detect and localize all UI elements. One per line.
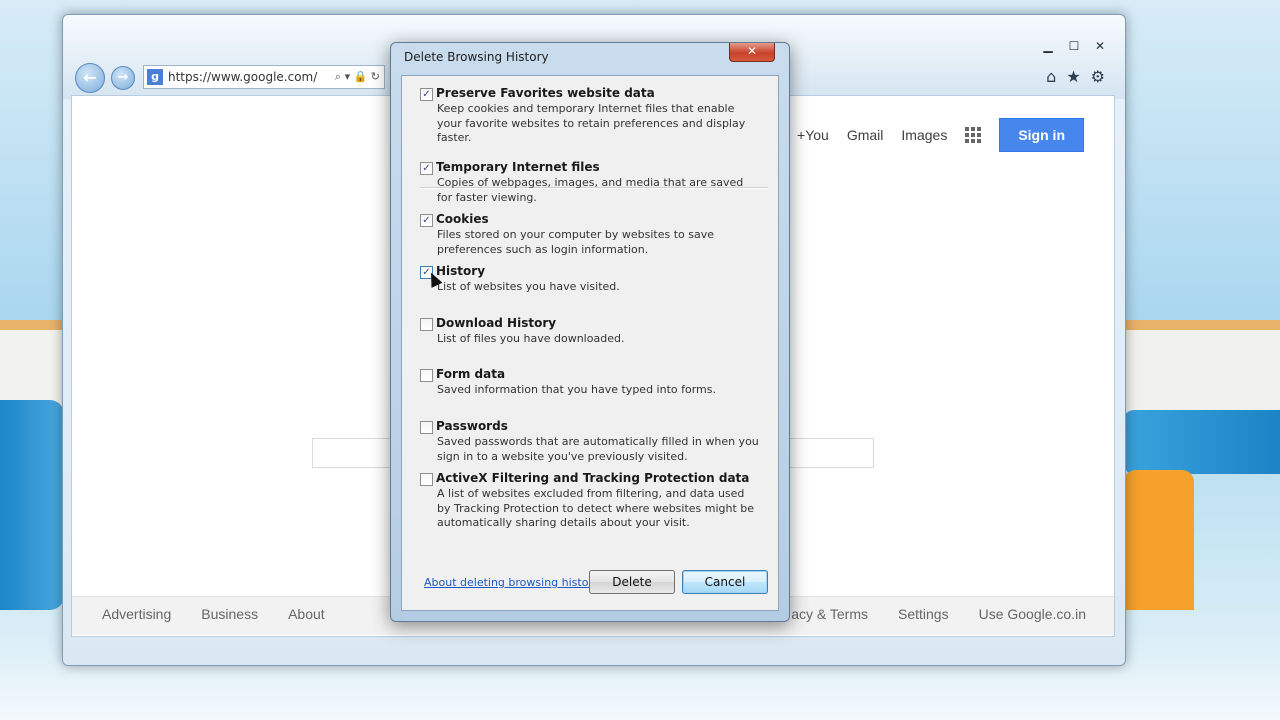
window-caption-buttons: ▁ ☐ ✕ bbox=[1035, 37, 1113, 55]
about-deleting-history-link[interactable]: About deleting browsing history bbox=[424, 576, 599, 589]
desktop-sofa-right-top bbox=[1124, 330, 1280, 412]
google-favicon-icon: g bbox=[147, 69, 163, 85]
option-description: List of websites you have visited. bbox=[437, 280, 620, 293]
option-title: Cookies bbox=[436, 212, 489, 226]
desktop-sofa-left-top bbox=[0, 330, 64, 410]
option-description: List of files you have downloaded. bbox=[437, 332, 625, 345]
plus-you-link[interactable]: +You bbox=[797, 127, 829, 143]
option-title: Temporary Internet files bbox=[436, 160, 600, 174]
back-button[interactable]: ← bbox=[75, 63, 105, 93]
footer-advertising-link[interactable]: Advertising bbox=[102, 606, 171, 622]
sign-in-button[interactable]: Sign in bbox=[999, 118, 1084, 152]
browser-toolbar: ⌂ ★ ⚙ bbox=[1046, 67, 1105, 86]
checkbox-temporary-internet-files[interactable]: ✓ bbox=[420, 162, 433, 175]
footer-privacy-terms-link[interactable]: acy & Terms bbox=[791, 606, 868, 622]
option-title: Passwords bbox=[436, 419, 508, 433]
option-title: Preserve Favorites website data bbox=[436, 86, 655, 100]
checkbox-activex-tracking-protection[interactable] bbox=[420, 473, 433, 486]
address-url: https://www.google.com/ bbox=[168, 70, 318, 84]
option-title: ActiveX Filtering and Tracking Protectio… bbox=[436, 471, 750, 485]
address-bar[interactable]: g https://www.google.com/ ⌕ ▾ 🔒 ↻ bbox=[143, 65, 385, 89]
option-description: Saved passwords that are automatically f… bbox=[437, 435, 759, 463]
desktop-sofa-right bbox=[1124, 470, 1194, 610]
images-link[interactable]: Images bbox=[901, 127, 947, 143]
close-window-button[interactable]: ✕ bbox=[1087, 37, 1113, 55]
option-description: Copies of webpages, images, and media th… bbox=[437, 176, 744, 204]
desktop-sofa-right-back bbox=[1124, 410, 1280, 474]
dialog-title: Delete Browsing History bbox=[404, 50, 549, 64]
checkbox-form-data[interactable] bbox=[420, 369, 433, 382]
footer-settings-link[interactable]: Settings bbox=[898, 606, 949, 622]
delete-button[interactable]: Delete bbox=[589, 570, 675, 594]
option-title: Download History bbox=[436, 316, 557, 330]
dialog-body: ✓ Preserve Favorites website data Keep c… bbox=[401, 75, 779, 611]
google-top-bar: +You Gmail Images Sign in bbox=[797, 118, 1084, 152]
option-description: A list of websites excluded from filteri… bbox=[437, 487, 755, 529]
tools-gear-icon[interactable]: ⚙ bbox=[1091, 67, 1105, 86]
footer-business-link[interactable]: Business bbox=[201, 606, 258, 622]
footer-about-link[interactable]: About bbox=[288, 606, 325, 622]
option-title: History bbox=[436, 264, 486, 278]
delete-browsing-history-dialog: Delete Browsing History ✕ ✓ Preserve Fav… bbox=[390, 42, 790, 622]
address-bar-icons[interactable]: ⌕ ▾ 🔒 ↻ bbox=[335, 66, 380, 88]
option-description: Files stored on your computer by website… bbox=[437, 228, 715, 256]
desktop-sofa-left bbox=[0, 400, 64, 610]
favorites-star-icon[interactable]: ★ bbox=[1066, 67, 1080, 86]
checkbox-preserve-favorites[interactable]: ✓ bbox=[420, 88, 433, 101]
home-icon[interactable]: ⌂ bbox=[1046, 67, 1056, 86]
dialog-close-button[interactable]: ✕ bbox=[729, 43, 775, 62]
option-description: Keep cookies and temporary Internet file… bbox=[437, 102, 746, 144]
minimize-button[interactable]: ▁ bbox=[1035, 37, 1061, 55]
cancel-button[interactable]: Cancel bbox=[682, 570, 768, 594]
apps-grid-icon[interactable] bbox=[965, 127, 982, 143]
checkbox-passwords[interactable] bbox=[420, 421, 433, 434]
gmail-link[interactable]: Gmail bbox=[847, 127, 884, 143]
footer-use-google-co-in-link[interactable]: Use Google.co.in bbox=[979, 606, 1086, 622]
checkbox-cookies[interactable]: ✓ bbox=[420, 214, 433, 227]
forward-button[interactable]: → bbox=[111, 66, 135, 90]
checkbox-download-history[interactable] bbox=[420, 318, 433, 331]
option-title: Form data bbox=[436, 367, 506, 381]
maximize-button[interactable]: ☐ bbox=[1061, 37, 1087, 55]
option-description: Saved information that you have typed in… bbox=[437, 383, 716, 396]
